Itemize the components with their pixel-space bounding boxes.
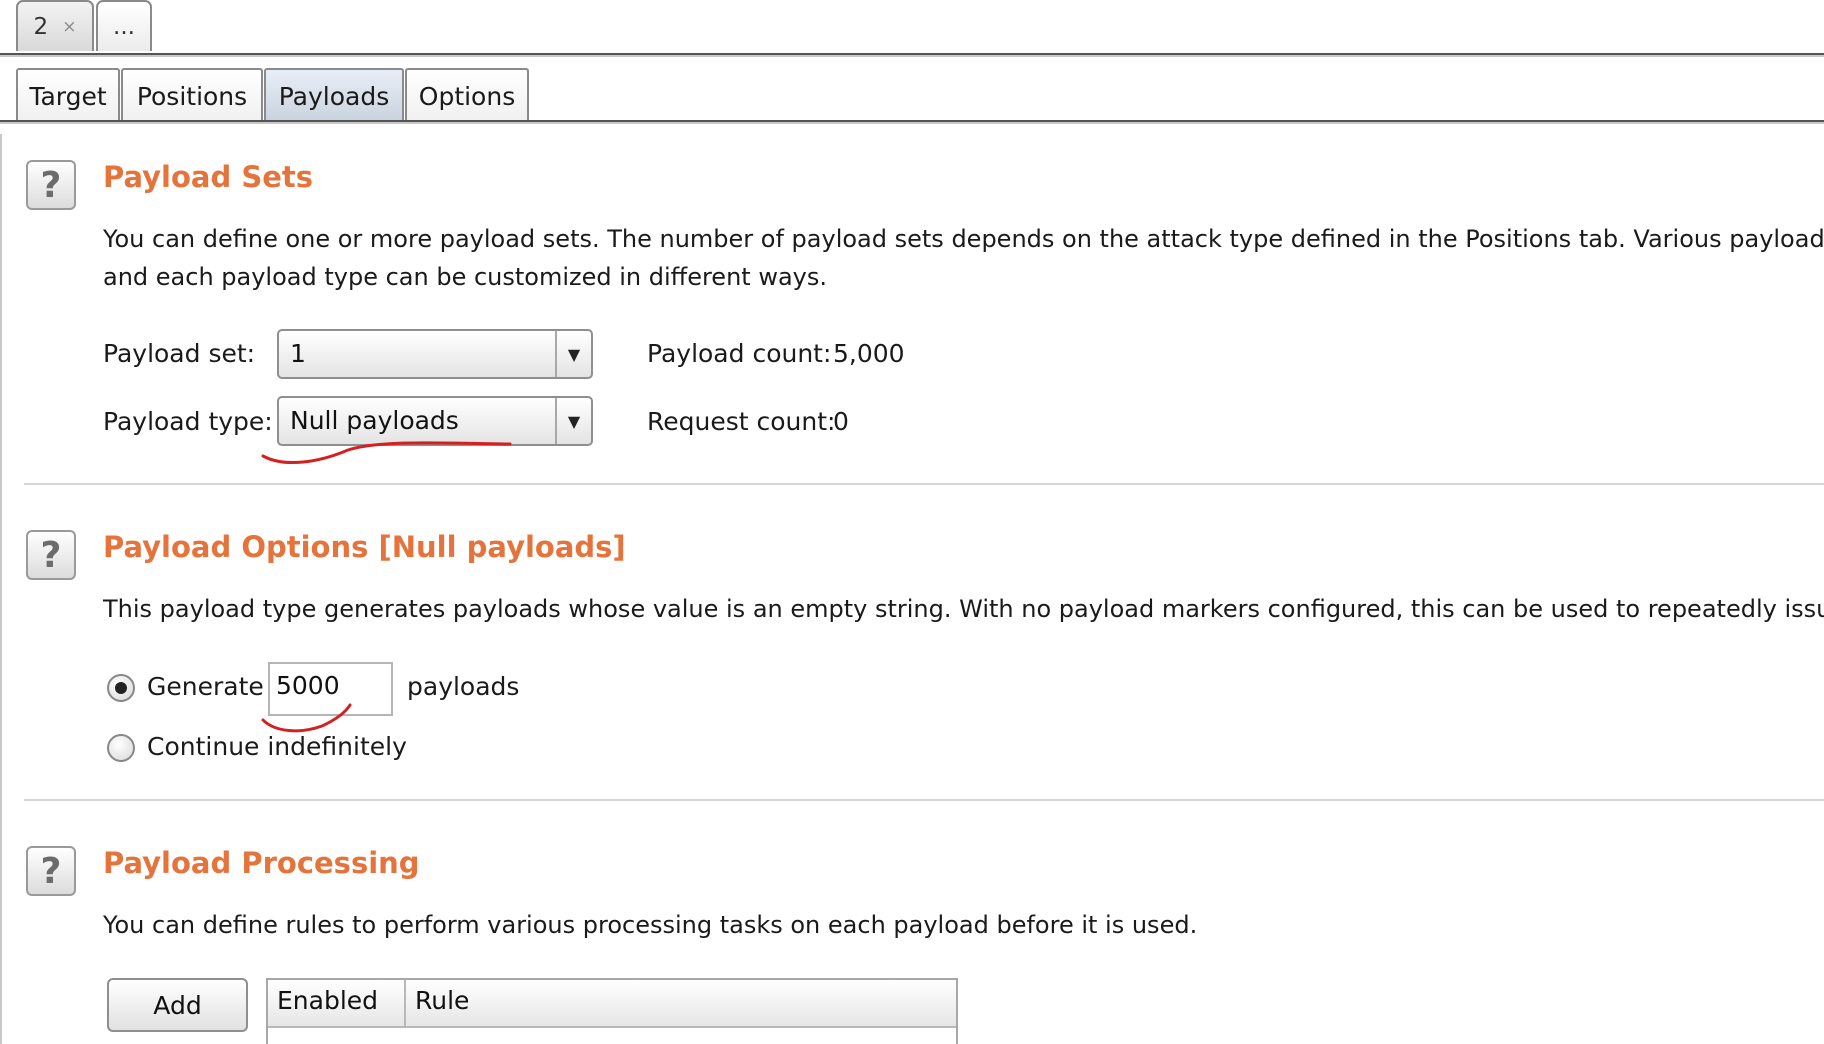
payload-processing-title: Payload Processing <box>103 846 420 880</box>
section-divider <box>24 483 1824 485</box>
add-rule-button[interactable]: Add <box>107 978 248 1032</box>
radio-selected-dot <box>115 682 127 694</box>
payload-set-label: Payload set: <box>103 339 256 368</box>
help-icon[interactable]: ? <box>26 846 76 896</box>
payload-options-title: Payload Options [Null payloads] <box>103 530 626 564</box>
tab-positions-label: Positions <box>136 81 248 111</box>
sub-tab-strip: Target Positions Payloads Options <box>0 62 1824 132</box>
question-mark-icon: ? <box>40 534 62 576</box>
generate-label: Generate <box>147 672 264 701</box>
table-header: Enabled Rule <box>268 980 956 1028</box>
payload-set-select[interactable]: 1 ▼ <box>277 329 593 379</box>
question-mark-icon: ? <box>40 164 62 206</box>
more-tab-label: ... <box>113 13 135 40</box>
payload-sets-title: Payload Sets <box>103 160 314 194</box>
continue-indefinitely-radio[interactable] <box>107 734 135 762</box>
payload-sets-description-line1: You can define one or more payload sets.… <box>103 225 1824 253</box>
attack-tab-more[interactable]: ... <box>96 0 152 51</box>
continue-indefinitely-label: Continue indefinitely <box>147 732 407 761</box>
payload-type-value: Null payloads <box>290 406 459 435</box>
generate-radio[interactable] <box>107 674 135 702</box>
tab-positions[interactable]: Positions <box>121 68 263 122</box>
tab-payloads-label: Payloads <box>278 81 390 111</box>
tab-options[interactable]: Options <box>405 68 529 122</box>
sub-tab-divider <box>0 120 1824 124</box>
dropdown-arrow-icon: ▼ <box>555 398 591 444</box>
help-icon[interactable]: ? <box>26 160 76 210</box>
column-header-rule[interactable]: Rule <box>406 980 956 1026</box>
request-count-value: 0 <box>833 407 849 436</box>
payload-type-select[interactable]: Null payloads ▼ <box>277 396 593 446</box>
payloads-panel: ? Payload Sets You can define one or mor… <box>0 134 1824 1044</box>
payload-sets-description-line2: and each payload type can be customized … <box>103 263 827 291</box>
request-count-label: Request count: <box>647 407 836 436</box>
payload-type-label: Payload type: <box>103 407 273 436</box>
question-mark-icon: ? <box>40 850 62 892</box>
payloads-suffix-label: payloads <box>407 672 520 701</box>
payload-count-label: Payload count: <box>647 339 832 368</box>
intruder-window: 2 × ... Target Positions Payloads Option… <box>0 0 1824 1044</box>
tab-target-label: Target <box>29 81 107 111</box>
column-header-enabled[interactable]: Enabled <box>268 980 406 1026</box>
tab-payloads[interactable]: Payloads <box>264 68 404 122</box>
close-icon[interactable]: × <box>62 17 76 37</box>
help-icon[interactable]: ? <box>26 530 76 580</box>
attack-tab-2[interactable]: 2 × <box>16 0 94 51</box>
dropdown-arrow-icon: ▼ <box>555 331 591 377</box>
processing-rules-table: Enabled Rule <box>266 978 958 1044</box>
payload-processing-description: You can define rules to perform various … <box>103 911 1198 939</box>
payload-options-description: This payload type generates payloads who… <box>103 595 1824 623</box>
attack-tab-strip: 2 × ... <box>0 0 1824 60</box>
payload-count-value: 5,000 <box>833 339 905 368</box>
attack-tab-label: 2 <box>33 13 49 40</box>
tab-options-label: Options <box>418 81 516 111</box>
section-divider <box>24 799 1824 801</box>
tab-target[interactable]: Target <box>16 68 120 122</box>
attack-tab-divider <box>0 53 1824 57</box>
generate-count-input[interactable]: 5000 <box>268 662 393 716</box>
payload-set-value: 1 <box>290 339 306 368</box>
